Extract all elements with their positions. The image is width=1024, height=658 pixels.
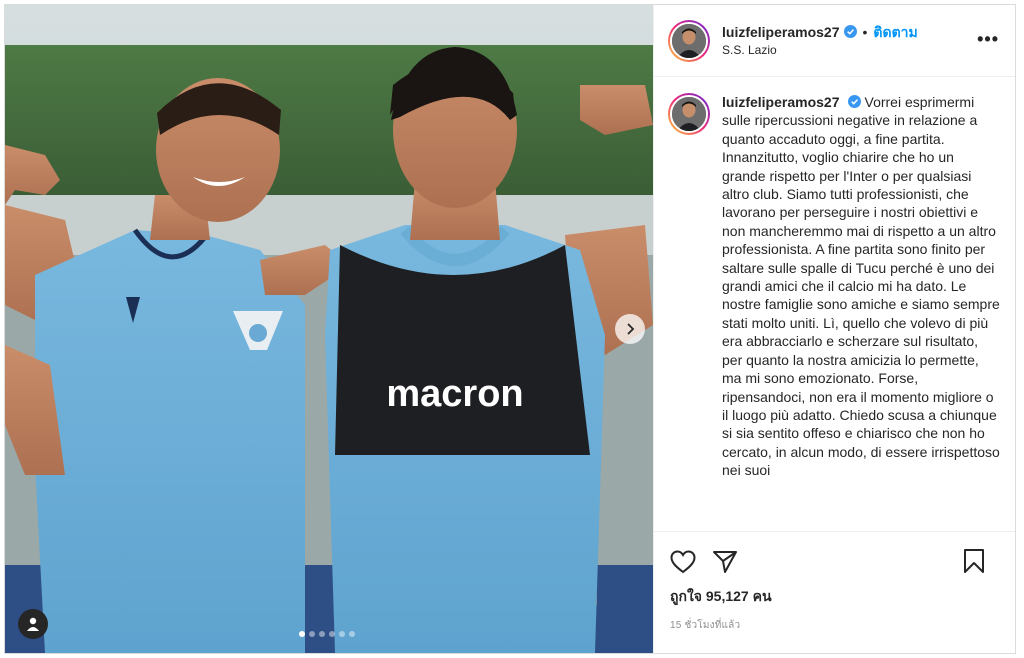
jersey-brand-text: macron — [386, 373, 524, 415]
share-button[interactable] — [710, 547, 740, 577]
chevron-right-icon — [627, 323, 635, 335]
caption-avatar[interactable] — [668, 93, 710, 135]
bookmark-icon — [964, 549, 984, 573]
photo-illustration — [5, 5, 653, 653]
header-username[interactable]: luizfeliperamos27 — [722, 23, 840, 41]
avatar[interactable] — [668, 19, 710, 62]
user-tag-icon — [27, 617, 39, 631]
caption-text: Vorrei esprimermi sulle ripercussioni ne… — [722, 94, 1004, 479]
carousel-dot — [299, 631, 305, 637]
profile-picture — [670, 21, 708, 60]
post-timestamp[interactable]: 15 ชั่วโมงที่แล้ว — [670, 618, 1001, 633]
carousel-dot — [329, 631, 335, 637]
carousel-indicator — [299, 631, 355, 637]
post-caption: luizfeliperamos27 Vorrei esprimermi sulle… — [722, 93, 1001, 531]
action-icons — [668, 542, 1001, 582]
carousel-dot — [349, 631, 355, 637]
post-photo[interactable]: macron — [5, 5, 653, 653]
header-text: luizfeliperamos27 • ติดตาม S.S. Lazio — [722, 23, 918, 59]
post-side-panel: luizfeliperamos27 • ติดตาม S.S. Lazio ••… — [653, 5, 1015, 653]
more-options-icon[interactable]: ••• — [977, 30, 999, 48]
follow-button[interactable]: ติดตาม — [873, 23, 917, 41]
location-link[interactable]: S.S. Lazio — [722, 41, 918, 59]
header-line: luizfeliperamos27 • ติดตาม — [722, 23, 918, 41]
caption-section: luizfeliperamos27 Vorrei esprimermi sulle… — [654, 77, 1015, 531]
heart-icon — [670, 550, 696, 574]
likes-count[interactable]: ถูกใจ 95,127 คน — [670, 586, 1001, 608]
post-header: luizfeliperamos27 • ติดตาม S.S. Lazio ••… — [654, 5, 1015, 77]
carousel-dot — [309, 631, 315, 637]
share-icon — [713, 551, 737, 573]
carousel-dot — [319, 631, 325, 637]
save-button[interactable] — [959, 546, 989, 576]
separator-dot: • — [862, 23, 868, 40]
verified-badge-icon — [847, 95, 861, 108]
carousel-dot — [339, 631, 345, 637]
post-actions: ถูกใจ 95,127 คน 15 ชั่วโมงที่แล้ว — [654, 531, 1015, 653]
instagram-post: macron luizfeliperamos27 • ติดตาม S.S. L… — [4, 4, 1016, 654]
next-photo-button[interactable] — [615, 314, 645, 344]
tagged-users-button[interactable] — [18, 609, 48, 639]
profile-photo-icon — [672, 97, 706, 131]
profile-photo-icon — [672, 23, 706, 58]
caption-profile-picture — [670, 95, 708, 133]
caption-username[interactable]: luizfeliperamos27 — [722, 94, 840, 110]
verified-badge-icon — [843, 25, 857, 38]
like-button[interactable] — [668, 547, 698, 577]
